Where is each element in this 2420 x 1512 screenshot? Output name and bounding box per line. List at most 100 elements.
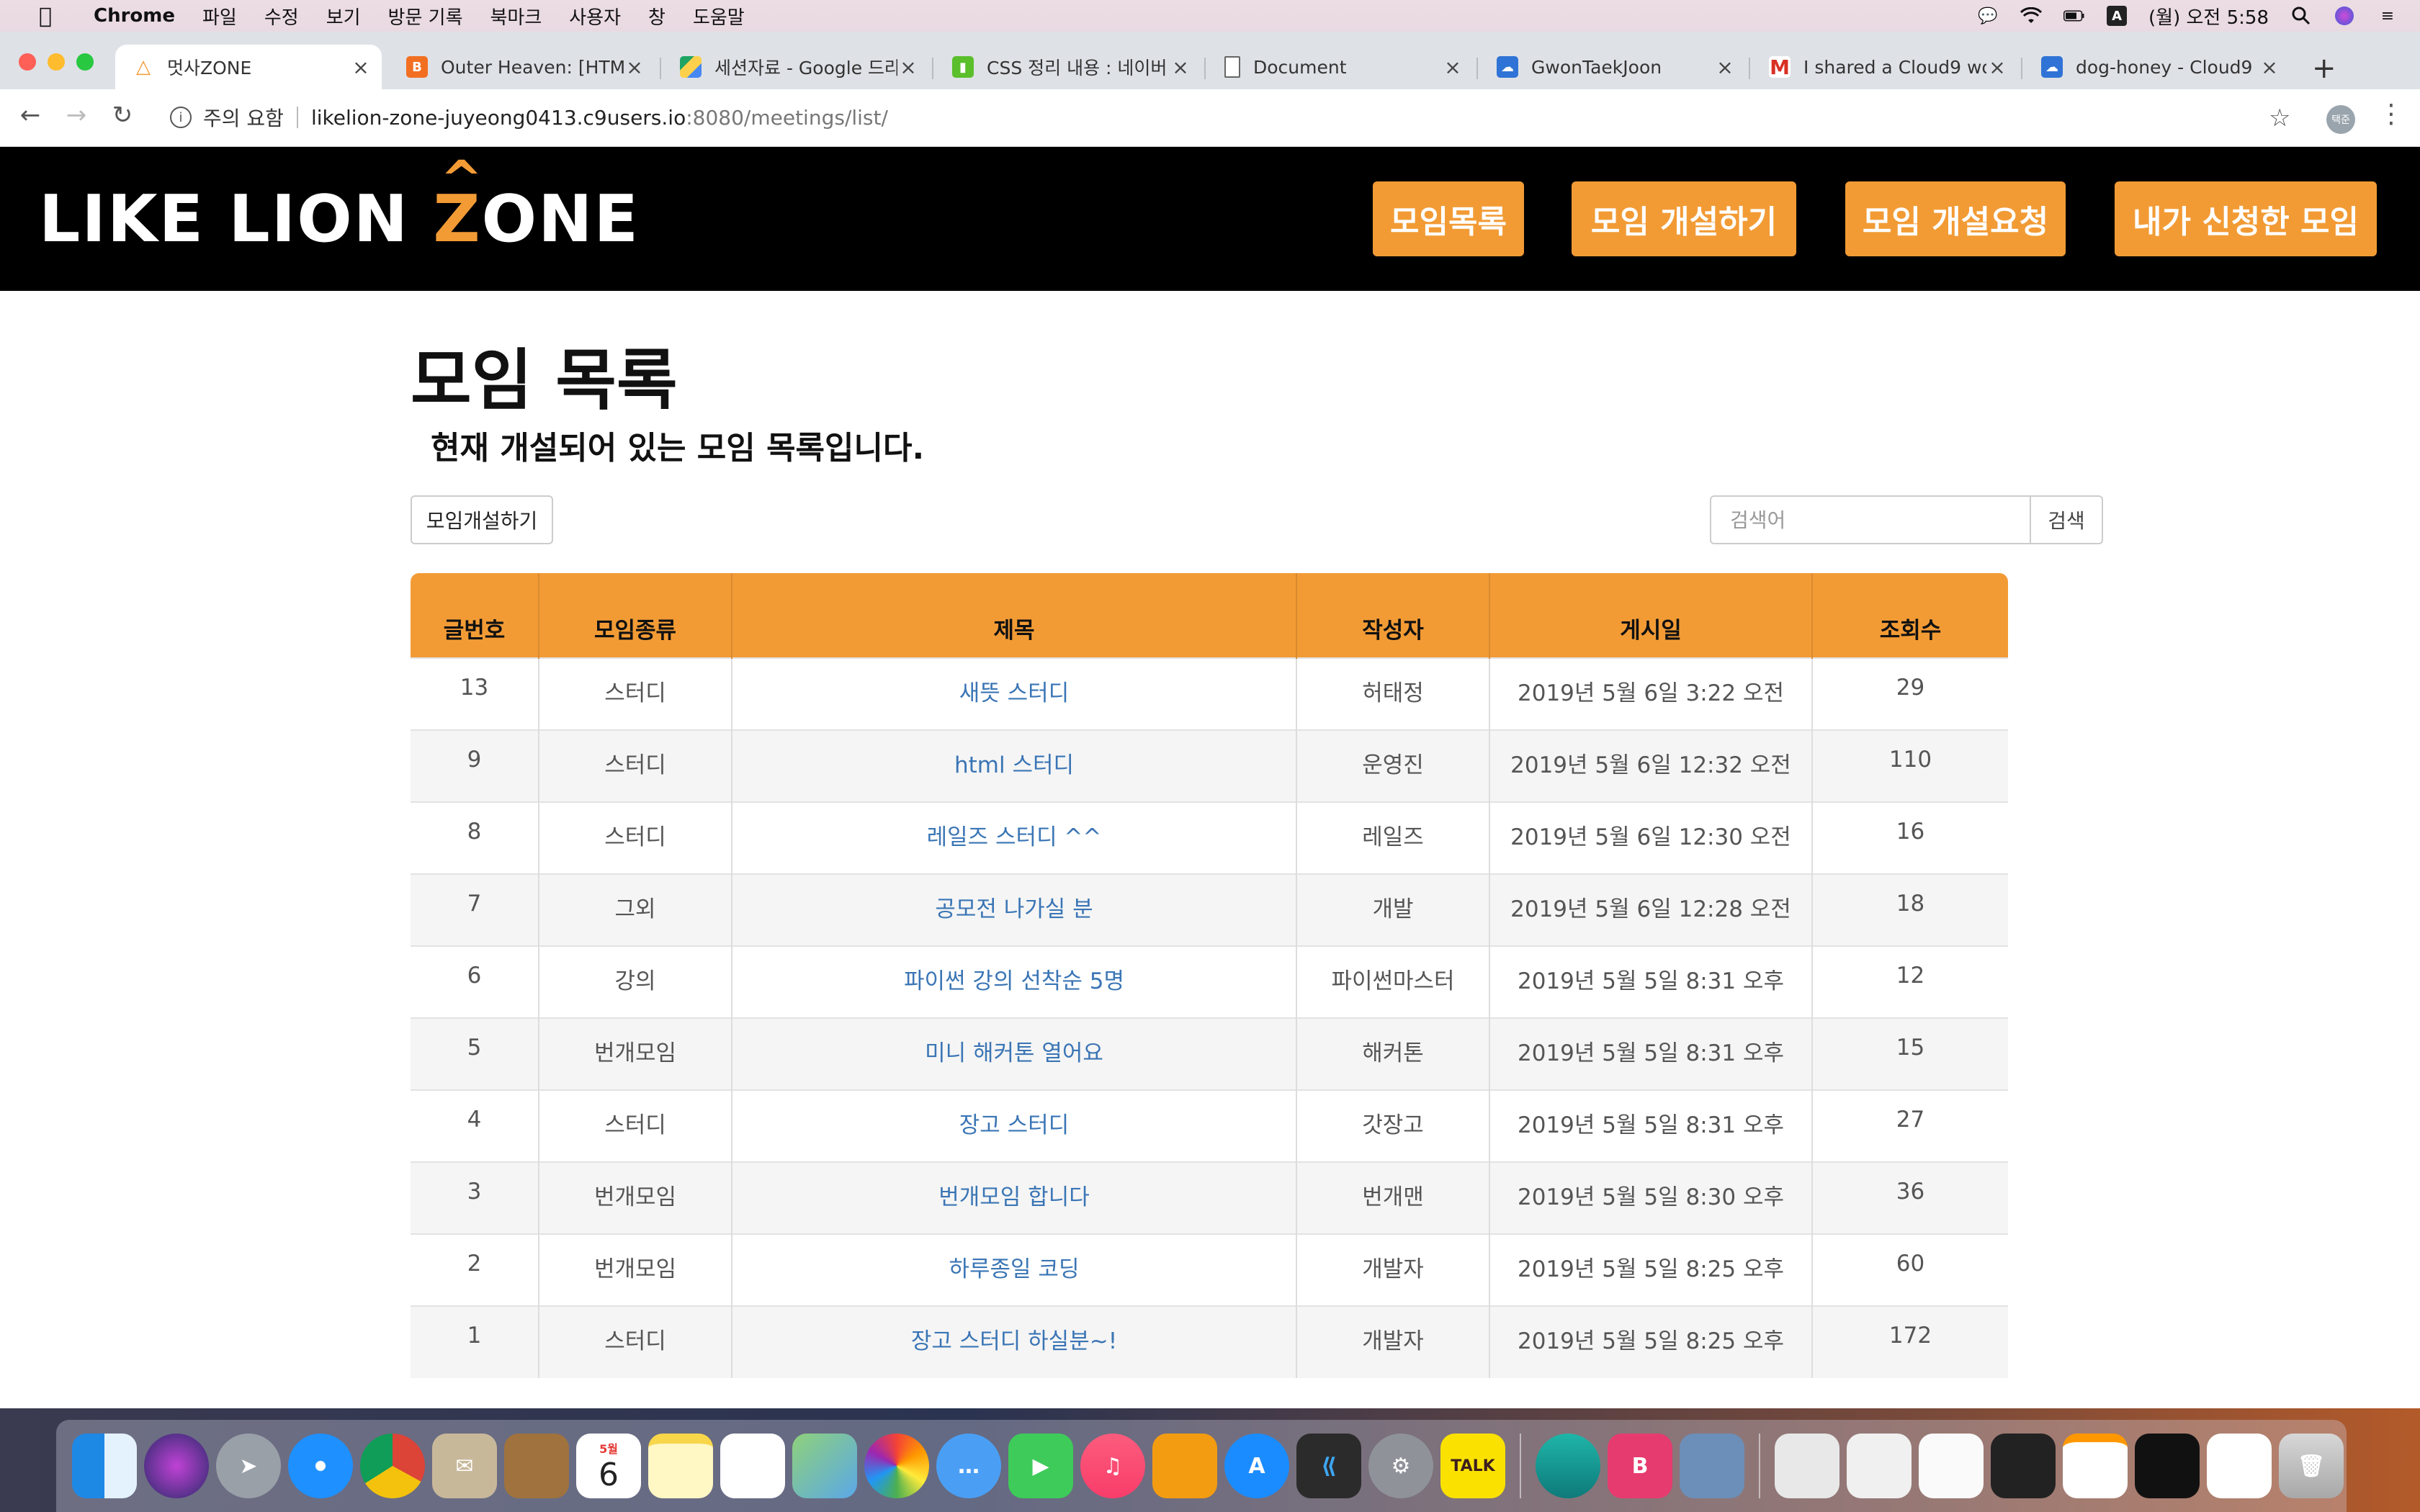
menubar-clock[interactable]: (월) 오전 5:58 xyxy=(2148,3,2269,30)
input-source-icon[interactable]: A xyxy=(2107,6,2128,26)
books-icon[interactable] xyxy=(1152,1434,1217,1498)
nav-meeting-list-button[interactable]: 모임목록 xyxy=(1373,181,1524,256)
wifi-icon[interactable] xyxy=(2020,6,2043,25)
tab-active[interactable]: △ 멋사ZONE × xyxy=(115,45,382,89)
create-meeting-button[interactable]: 모임개설하기 xyxy=(411,495,553,544)
search-input[interactable] xyxy=(1710,495,2031,544)
meeting-title-link[interactable]: html 스터디 xyxy=(732,729,1297,802)
close-tab-icon[interactable]: × xyxy=(624,55,645,79)
close-tab-icon[interactable]: × xyxy=(1442,55,1464,79)
reminders-icon[interactable] xyxy=(720,1434,785,1498)
meeting-title-link[interactable]: 장고 스터디 하실분~! xyxy=(732,1305,1297,1378)
finder-icon[interactable] xyxy=(72,1434,137,1498)
vscode-icon[interactable]: ⟪ xyxy=(1296,1434,1361,1498)
close-tab-icon[interactable]: × xyxy=(1986,55,2008,79)
close-tab-icon[interactable]: × xyxy=(350,55,372,79)
menu-app-name[interactable]: Chrome xyxy=(94,5,175,27)
minimized-window-thumb[interactable] xyxy=(1775,1434,1839,1498)
meeting-title-link[interactable]: 번개모임 합니다 xyxy=(732,1161,1297,1234)
site-logo[interactable]: LIKE LION ZONE xyxy=(39,181,640,257)
tab[interactable]: ☁ GwonTaekJoon × xyxy=(1479,45,1746,89)
preview-icon[interactable] xyxy=(1680,1434,1744,1498)
menu-edit[interactable]: 수정 xyxy=(264,3,299,30)
meeting-title-link[interactable]: 공모전 나가실 분 xyxy=(732,873,1297,946)
menu-file[interactable]: 파일 xyxy=(202,3,237,30)
bear-icon[interactable]: B xyxy=(1608,1434,1672,1498)
meeting-title-link[interactable]: 레일즈 스터디 ^^ xyxy=(732,801,1297,874)
tab[interactable]: ▮ CSS 정리 내용 : 네이버 × xyxy=(935,45,1201,89)
meeting-title-link[interactable]: 미니 해커톤 열어요 xyxy=(732,1017,1297,1090)
app-store-icon[interactable]: A xyxy=(1224,1434,1289,1498)
siri-icon[interactable] xyxy=(144,1434,209,1498)
notes-icon[interactable] xyxy=(648,1434,713,1498)
chrome-menu-icon[interactable]: ⋮ xyxy=(2378,99,2404,129)
forward-arrow-icon[interactable]: → xyxy=(60,101,92,130)
minimized-window-thumb[interactable] xyxy=(1919,1434,1984,1498)
nav-create-meeting-button[interactable]: 모임 개설하기 xyxy=(1572,181,1796,256)
cell-views: 29 xyxy=(1812,657,2008,730)
browser-tab-strip: △ 멋사ZONE × B Outer Heaven: [HTML × 세션자료 … xyxy=(0,32,2420,89)
header-number: 글번호 xyxy=(411,573,539,658)
menu-people[interactable]: 사용자 xyxy=(569,3,621,30)
menu-help[interactable]: 도움말 xyxy=(693,3,745,30)
search-button[interactable]: 검색 xyxy=(2030,495,2103,544)
close-tab-icon[interactable]: × xyxy=(1714,55,1736,79)
notification-center-icon[interactable]: ≡ xyxy=(2377,6,2398,25)
tab[interactable]: M I shared a Cloud9 wor × xyxy=(1752,45,2018,89)
close-window-icon[interactable] xyxy=(19,53,36,71)
battery-icon[interactable] xyxy=(2063,6,2085,25)
close-tab-icon[interactable]: × xyxy=(897,55,919,79)
mail-stamp-icon[interactable]: ✉ xyxy=(432,1434,497,1498)
cyberduck-icon[interactable] xyxy=(1536,1434,1600,1498)
calendar-icon[interactable]: 5월 6 xyxy=(576,1434,641,1498)
minimized-window-thumb[interactable] xyxy=(1991,1434,2056,1498)
messages-icon[interactable]: … xyxy=(936,1434,1001,1498)
back-arrow-icon[interactable]: ← xyxy=(14,101,46,130)
siri-icon[interactable] xyxy=(2334,6,2355,25)
new-tab-plus-icon[interactable]: + xyxy=(2312,52,2336,85)
bookmark-star-icon[interactable]: ☆ xyxy=(2269,104,2290,132)
menu-bookmarks[interactable]: 북마크 xyxy=(490,3,542,30)
window-controls xyxy=(19,53,94,71)
menu-history[interactable]: 방문 기록 xyxy=(388,3,463,30)
minimize-window-icon[interactable] xyxy=(48,53,65,71)
tab[interactable]: Document × xyxy=(1207,45,1474,89)
close-tab-icon[interactable]: × xyxy=(2259,55,2280,79)
safari-compass-icon[interactable] xyxy=(288,1434,353,1498)
minimized-window-thumb[interactable] xyxy=(1847,1434,1912,1498)
music-note-icon[interactable]: ♫ xyxy=(1080,1434,1145,1498)
tab[interactable]: ☁ dog-honey - Cloud9 × xyxy=(2024,45,2290,89)
kakaotalk-icon[interactable]: TALK xyxy=(1440,1434,1505,1498)
zoom-window-icon[interactable] xyxy=(76,53,94,71)
chat-bubble-icon[interactable]: 💬 xyxy=(1977,6,1999,25)
nav-my-meetings-button[interactable]: 내가 신청한 모임 xyxy=(2115,181,2377,256)
security-warning[interactable]: 주의 요함 xyxy=(203,103,284,132)
system-preferences-gear-icon[interactable]: ⚙ xyxy=(1368,1434,1433,1498)
meeting-title-link[interactable]: 새뜻 스터디 xyxy=(732,657,1297,730)
chrome-icon[interactable] xyxy=(360,1434,425,1498)
spotlight-search-icon[interactable] xyxy=(2290,6,2312,25)
menu-window[interactable]: 창 xyxy=(648,3,666,30)
tab[interactable]: B Outer Heaven: [HTML × xyxy=(389,45,655,89)
meeting-title-link[interactable]: 파이썬 강의 선착순 5명 xyxy=(732,945,1297,1018)
contacts-book-icon[interactable] xyxy=(504,1434,569,1498)
meeting-title-link[interactable]: 장고 스터디 xyxy=(732,1089,1297,1162)
facetime-icon[interactable]: ▶ xyxy=(1008,1434,1073,1498)
launchpad-rocket-icon[interactable]: ➤ xyxy=(216,1434,281,1498)
address-bar[interactable]: i 주의 요함 likelion-zone-juyeong0413.c9user… xyxy=(158,96,2312,138)
info-icon[interactable]: i xyxy=(170,107,192,128)
minimized-window-thumb[interactable] xyxy=(2207,1434,2272,1498)
profile-avatar[interactable]: 택준 xyxy=(2326,105,2355,134)
minimized-window-thumb[interactable] xyxy=(2063,1434,2128,1498)
minimized-window-thumb[interactable] xyxy=(2135,1434,2200,1498)
close-tab-icon[interactable]: × xyxy=(1170,55,1191,79)
maps-icon[interactable] xyxy=(792,1434,857,1498)
menu-view[interactable]: 보기 xyxy=(326,3,361,30)
trash-icon[interactable]: 🗑 xyxy=(2279,1434,2344,1498)
reload-icon[interactable]: ↻ xyxy=(107,101,138,130)
tab[interactable]: 세션자료 - Google 드라 × xyxy=(663,45,929,89)
nav-meeting-request-button[interactable]: 모임 개설요청 xyxy=(1845,181,2066,256)
apple-menu-icon[interactable]:  xyxy=(29,4,62,29)
meeting-title-link[interactable]: 하루종일 코딩 xyxy=(732,1233,1297,1306)
photos-icon[interactable] xyxy=(864,1434,929,1498)
